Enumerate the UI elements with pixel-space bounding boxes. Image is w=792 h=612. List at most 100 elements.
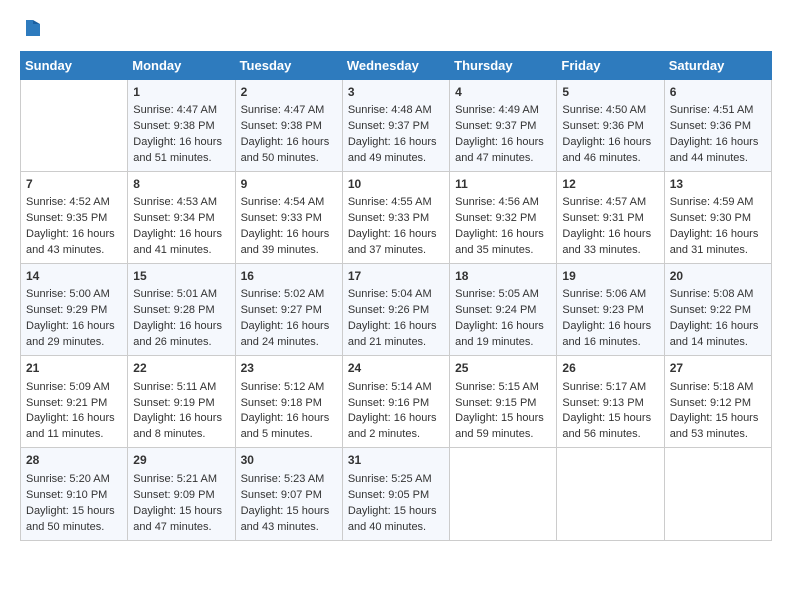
day-info: Sunset: 9:23 PM [562,303,658,319]
day-number: 6 [670,84,766,101]
day-number: 2 [241,84,337,101]
day-info: and 47 minutes. [455,151,551,167]
day-info: Sunrise: 5:23 AM [241,472,337,488]
calendar-cell: 15Sunrise: 5:01 AMSunset: 9:28 PMDayligh… [128,264,235,356]
calendar-cell: 3Sunrise: 4:48 AMSunset: 9:37 PMDaylight… [342,79,449,171]
day-info: Daylight: 15 hours [241,504,337,520]
calendar-cell: 30Sunrise: 5:23 AMSunset: 9:07 PMDayligh… [235,448,342,540]
day-info: Sunset: 9:34 PM [133,211,229,227]
day-info: and 5 minutes. [241,427,337,443]
day-info: Sunrise: 5:08 AM [670,287,766,303]
day-info: Sunrise: 4:51 AM [670,103,766,119]
day-number: 28 [26,452,122,469]
day-info: Sunset: 9:19 PM [133,396,229,412]
calendar-cell: 2Sunrise: 4:47 AMSunset: 9:38 PMDaylight… [235,79,342,171]
day-info: and 35 minutes. [455,243,551,259]
day-number: 12 [562,176,658,193]
day-info: and 41 minutes. [133,243,229,259]
day-info: Daylight: 16 hours [133,411,229,427]
day-info: Daylight: 15 hours [26,504,122,520]
day-number: 18 [455,268,551,285]
day-info: Daylight: 16 hours [133,135,229,151]
day-info: Sunset: 9:09 PM [133,488,229,504]
day-info: Sunset: 9:22 PM [670,303,766,319]
calendar-cell: 31Sunrise: 5:25 AMSunset: 9:05 PMDayligh… [342,448,449,540]
day-info: Sunset: 9:15 PM [455,396,551,412]
calendar-cell: 19Sunrise: 5:06 AMSunset: 9:23 PMDayligh… [557,264,664,356]
calendar-cell: 10Sunrise: 4:55 AMSunset: 9:33 PMDayligh… [342,171,449,263]
day-info: Sunset: 9:37 PM [455,119,551,135]
day-info: and 46 minutes. [562,151,658,167]
day-info: Sunset: 9:12 PM [670,396,766,412]
day-info: and 51 minutes. [133,151,229,167]
day-info: and 44 minutes. [670,151,766,167]
day-info: Sunrise: 5:25 AM [348,472,444,488]
day-number: 17 [348,268,444,285]
week-row-3: 14Sunrise: 5:00 AMSunset: 9:29 PMDayligh… [21,264,772,356]
day-info: and 2 minutes. [348,427,444,443]
day-info: Daylight: 16 hours [670,135,766,151]
day-info: Daylight: 16 hours [241,411,337,427]
day-number: 20 [670,268,766,285]
week-row-4: 21Sunrise: 5:09 AMSunset: 9:21 PMDayligh… [21,356,772,448]
day-info: Sunrise: 4:54 AM [241,195,337,211]
day-number: 7 [26,176,122,193]
calendar-cell: 12Sunrise: 4:57 AMSunset: 9:31 PMDayligh… [557,171,664,263]
day-number: 13 [670,176,766,193]
day-number: 29 [133,452,229,469]
day-info: and 50 minutes. [241,151,337,167]
day-info: and 43 minutes. [241,520,337,536]
day-info: Daylight: 15 hours [455,411,551,427]
day-info: and 47 minutes. [133,520,229,536]
day-number: 19 [562,268,658,285]
day-info: and 8 minutes. [133,427,229,443]
day-info: and 16 minutes. [562,335,658,351]
day-header-wednesday: Wednesday [342,51,449,79]
day-info: Sunrise: 5:05 AM [455,287,551,303]
day-header-monday: Monday [128,51,235,79]
day-info: Daylight: 16 hours [133,319,229,335]
calendar-cell: 23Sunrise: 5:12 AMSunset: 9:18 PMDayligh… [235,356,342,448]
day-info: Daylight: 16 hours [455,319,551,335]
day-info: and 29 minutes. [26,335,122,351]
calendar-cell: 28Sunrise: 5:20 AMSunset: 9:10 PMDayligh… [21,448,128,540]
day-number: 3 [348,84,444,101]
day-number: 14 [26,268,122,285]
day-info: Sunset: 9:26 PM [348,303,444,319]
day-info: Sunset: 9:24 PM [455,303,551,319]
day-info: Daylight: 16 hours [26,319,122,335]
calendar-cell: 25Sunrise: 5:15 AMSunset: 9:15 PMDayligh… [450,356,557,448]
day-header-friday: Friday [557,51,664,79]
day-info: Sunrise: 4:52 AM [26,195,122,211]
day-info: Sunrise: 5:09 AM [26,380,122,396]
calendar-cell: 14Sunrise: 5:00 AMSunset: 9:29 PMDayligh… [21,264,128,356]
day-info: Sunset: 9:10 PM [26,488,122,504]
day-info: Sunset: 9:38 PM [241,119,337,135]
day-info: Sunset: 9:32 PM [455,211,551,227]
day-number: 27 [670,360,766,377]
day-info: Daylight: 15 hours [348,504,444,520]
calendar-cell [664,448,771,540]
calendar-table: SundayMondayTuesdayWednesdayThursdayFrid… [20,51,772,541]
day-info: Daylight: 16 hours [133,227,229,243]
day-info: Daylight: 16 hours [241,227,337,243]
day-number: 26 [562,360,658,377]
day-info: Sunrise: 5:21 AM [133,472,229,488]
calendar-cell: 5Sunrise: 4:50 AMSunset: 9:36 PMDaylight… [557,79,664,171]
day-info: and 56 minutes. [562,427,658,443]
day-info: Sunrise: 4:47 AM [133,103,229,119]
day-number: 22 [133,360,229,377]
day-info: Sunset: 9:05 PM [348,488,444,504]
day-number: 24 [348,360,444,377]
day-info: Sunset: 9:37 PM [348,119,444,135]
day-info: Sunset: 9:36 PM [670,119,766,135]
calendar-cell: 16Sunrise: 5:02 AMSunset: 9:27 PMDayligh… [235,264,342,356]
page-header [20,10,772,45]
day-info: Sunset: 9:38 PM [133,119,229,135]
calendar-cell [557,448,664,540]
day-number: 9 [241,176,337,193]
day-info: and 11 minutes. [26,427,122,443]
day-info: Sunrise: 4:59 AM [670,195,766,211]
calendar-cell [450,448,557,540]
day-info: Sunrise: 4:50 AM [562,103,658,119]
